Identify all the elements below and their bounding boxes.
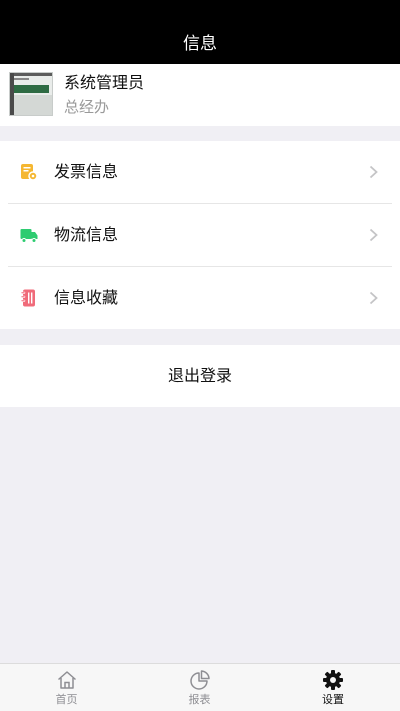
- settings-menu: 发票信息 物流信息 信息收藏: [0, 141, 400, 329]
- logout-label: 退出登录: [167, 366, 232, 385]
- tab-label: 首页: [55, 693, 78, 706]
- page-title: 信息: [183, 34, 217, 54]
- menu-item-favorites[interactable]: 信息收藏: [0, 267, 400, 329]
- pie-chart-icon: [190, 670, 210, 690]
- tab-label: 设置: [322, 693, 344, 706]
- tab-home[interactable]: 首页: [0, 664, 133, 711]
- tab-bar: 首页 报表 设置: [0, 663, 400, 711]
- profile-card[interactable]: 系统管理员 总经办: [0, 64, 400, 126]
- avatar: [9, 72, 53, 116]
- truck-icon: [20, 229, 38, 243]
- gear-icon: [323, 670, 343, 690]
- tab-label: 报表: [188, 693, 211, 706]
- menu-item-label: 发票信息: [54, 162, 119, 181]
- menu-item-label: 信息收藏: [54, 288, 119, 307]
- home-icon: [58, 671, 76, 689]
- menu-item-label: 物流信息: [54, 225, 119, 244]
- menu-item-invoice[interactable]: 发票信息: [0, 141, 400, 203]
- menu-item-logistics[interactable]: 物流信息: [0, 204, 400, 266]
- profile-department: 总经办: [64, 98, 110, 116]
- chevron-right-icon: [369, 291, 378, 305]
- notebook-icon: [20, 289, 35, 307]
- nav-header: 信息: [0, 0, 400, 64]
- tab-reports[interactable]: 报表: [133, 664, 266, 711]
- chevron-right-icon: [369, 228, 378, 242]
- invoice-icon: [21, 164, 38, 181]
- logout-button[interactable]: 退出登录: [0, 345, 400, 407]
- profile-name: 系统管理员: [64, 73, 145, 92]
- tab-settings[interactable]: 设置: [266, 664, 400, 711]
- chevron-right-icon: [369, 165, 378, 179]
